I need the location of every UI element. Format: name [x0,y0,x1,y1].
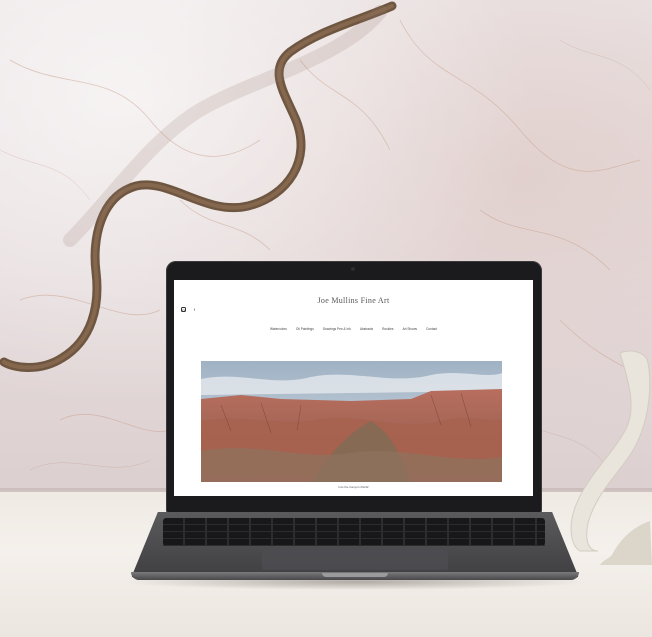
nav-item-oil-paintings[interactable]: Oil Paintings [296,327,314,331]
hero-caption: Into the Canyon 20x32 [338,485,369,489]
social-links: ◘ f [181,307,197,313]
facebook-icon[interactable]: f [192,307,197,312]
site-title[interactable]: Joe Mullins Fine Art [174,296,533,305]
nav-item-art-shows[interactable]: Art Shows [402,327,417,331]
nav-item-drawings[interactable]: Drawings Pen & Ink [323,327,351,331]
ceramic-sculpture [570,350,652,565]
trackpad [262,550,448,570]
webcam [351,267,355,271]
nav-item-abstracts[interactable]: Abstracts [360,327,373,331]
photo-scene: ◘ f Joe Mullins Fine Art Watercolors Oil… [0,0,652,637]
keyboard-rows [163,518,545,546]
laptop-screen: ◘ f Joe Mullins Fine Art Watercolors Oil… [174,280,533,496]
nav-item-watercolors[interactable]: Watercolors [270,327,287,331]
nav-item-rockies[interactable]: Rockies [382,327,393,331]
laptop-notch [322,573,388,577]
nav-item-contact[interactable]: Contact [426,327,437,331]
site-nav: Watercolors Oil Paintings Drawings Pen &… [174,327,533,331]
instagram-icon[interactable]: ◘ [181,307,186,313]
hero-canyon-painting[interactable] [201,361,502,482]
